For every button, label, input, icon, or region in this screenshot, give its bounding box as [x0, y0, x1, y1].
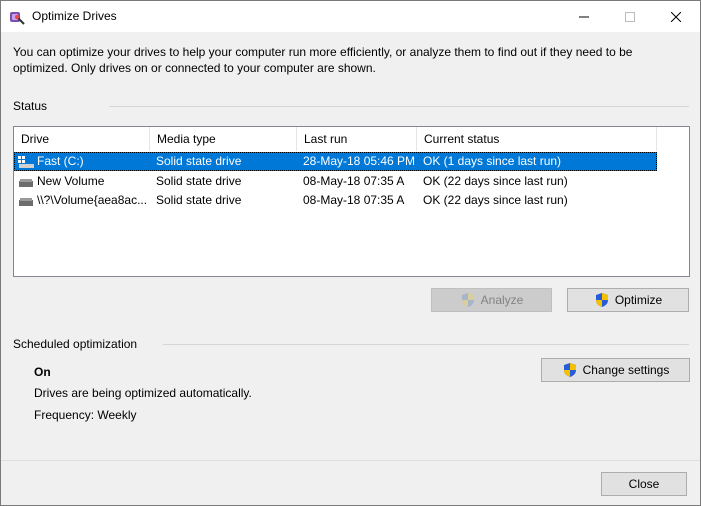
- uac-shield-icon: [563, 363, 576, 377]
- status-section-label: Status: [13, 99, 48, 113]
- drive-row[interactable]: \\?\Volume{aea8ac... Solid state drive 0…: [14, 191, 657, 210]
- media-type: Solid state drive: [156, 174, 242, 188]
- close-icon: [671, 11, 681, 22]
- minimize-button[interactable]: [561, 1, 607, 32]
- uac-shield-icon: [461, 293, 474, 307]
- media-type: Solid state drive: [156, 193, 242, 207]
- last-run: 08-May-18 07:35 A: [303, 174, 405, 188]
- maximize-button[interactable]: [607, 1, 653, 32]
- drive-list[interactable]: Drive Media type Last run Current status…: [13, 126, 690, 277]
- intro-text: You can optimize your drives to help you…: [13, 45, 633, 75]
- status-separator: [109, 106, 689, 107]
- close-window-button[interactable]: [653, 1, 699, 32]
- column-header-drive-label: Drive: [21, 132, 50, 146]
- column-header-media-type-label: Media type: [157, 132, 216, 146]
- schedule-description: Drives are being optimized automatically…: [34, 386, 252, 400]
- change-settings-button-label: Change settings: [582, 363, 670, 377]
- drive-icon: [19, 179, 33, 187]
- column-header-current-status-label: Current status: [424, 132, 500, 146]
- close-button-label: Close: [628, 477, 660, 491]
- current-status: OK (22 days since last run): [423, 193, 568, 207]
- optimize-button-label: Optimize: [614, 293, 663, 307]
- drive-name: Fast (C:): [37, 154, 84, 168]
- schedule-state: On: [34, 365, 51, 379]
- minimize-icon: [579, 16, 589, 17]
- optimize-drives-window: Optimize Drives You can optimize your dr…: [0, 0, 701, 506]
- current-status: OK (1 days since last run): [423, 154, 562, 168]
- window-title: Optimize Drives: [32, 9, 117, 23]
- column-header-last-run-label: Last run: [304, 132, 348, 146]
- last-run: 08-May-18 07:35 A: [303, 193, 405, 207]
- maximize-icon: [625, 11, 635, 22]
- current-status: OK (22 days since last run): [423, 174, 568, 188]
- title-bar[interactable]: Optimize Drives: [1, 1, 700, 32]
- drive-name: New Volume: [37, 174, 105, 188]
- last-run: 28-May-18 05:46 PM: [303, 154, 415, 168]
- drive-row[interactable]: New Volume Solid state drive 08-May-18 0…: [14, 172, 657, 191]
- system-drive-icon: [18, 156, 34, 168]
- analyze-button-label: Analyze: [480, 293, 524, 307]
- column-header-current-status[interactable]: Current status: [417, 127, 657, 151]
- drive-row[interactable]: Fast (C:) Solid state drive 28-May-18 05…: [14, 152, 657, 171]
- dialog-footer: Close: [1, 460, 700, 505]
- optimize-button[interactable]: Optimize: [567, 288, 689, 312]
- column-header-media-type[interactable]: Media type: [150, 127, 297, 151]
- media-type: Solid state drive: [156, 154, 242, 168]
- change-settings-button[interactable]: Change settings: [541, 358, 690, 382]
- drive-name: \\?\Volume{aea8ac...: [37, 193, 147, 207]
- column-header-drive[interactable]: Drive: [14, 127, 150, 151]
- analyze-button[interactable]: Analyze: [431, 288, 552, 312]
- dialog-content: You can optimize your drives to help you…: [1, 32, 700, 505]
- scheduled-section-label: Scheduled optimization: [13, 337, 138, 351]
- column-header-last-run[interactable]: Last run: [297, 127, 417, 151]
- scheduled-separator: [163, 344, 689, 345]
- schedule-frequency: Frequency: Weekly: [34, 408, 137, 422]
- close-button[interactable]: Close: [601, 472, 687, 496]
- uac-shield-icon: [595, 293, 608, 307]
- drive-icon: [19, 198, 33, 206]
- drive-list-header: Drive Media type Last run Current status: [14, 127, 689, 151]
- optimize-drives-app-icon: [10, 12, 25, 25]
